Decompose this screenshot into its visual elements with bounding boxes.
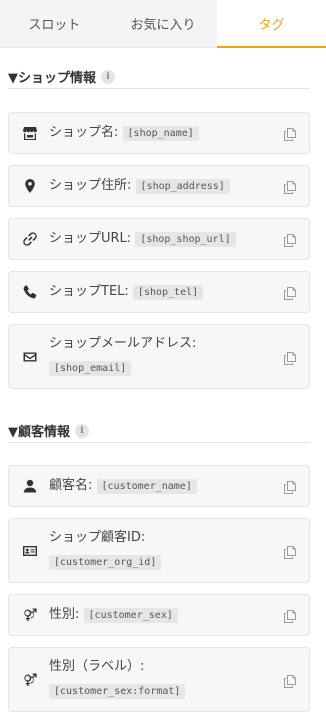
phone-icon <box>21 283 39 301</box>
tag-item-customer-sex[interactable]: 性別: [customer_sex] <box>8 594 310 636</box>
tag-item-shop-name[interactable]: ショップ名: [shop_name] <box>8 112 310 154</box>
tag-label: 性別（ラベル）: <box>49 659 145 674</box>
tag-code: [shop_name] <box>122 125 199 141</box>
info-icon[interactable]: i <box>75 423 89 438</box>
copy-icon[interactable] <box>283 479 297 494</box>
gender-icon <box>21 671 39 689</box>
tag-item-shop-address[interactable]: ショップ住所: [shop_address] <box>8 165 310 207</box>
tag-label: ショップ顧客ID: <box>49 530 146 545</box>
tab-bar: スロット お気に入り タグ <box>0 0 326 48</box>
copy-icon[interactable] <box>283 608 297 623</box>
tab-slot[interactable]: スロット <box>0 0 109 47</box>
tab-tags[interactable]: タグ <box>217 0 326 48</box>
tag-code: [customer_sex:format] <box>49 684 186 699</box>
copy-icon[interactable] <box>283 350 297 365</box>
tag-label: ショップ住所: <box>49 177 132 193</box>
copy-icon[interactable] <box>283 544 297 559</box>
store-icon <box>21 124 39 142</box>
tag-item-shop-email[interactable]: ショップメールアドレス: [shop_email] <box>8 324 310 389</box>
copy-icon[interactable] <box>283 232 297 247</box>
tag-code: [shop_shop_url] <box>135 231 236 247</box>
copy-icon[interactable] <box>283 179 297 194</box>
location-pin-icon <box>21 177 39 195</box>
tag-code: [customer_name] <box>96 478 197 494</box>
person-icon <box>21 477 39 495</box>
gender-icon <box>21 606 39 624</box>
tag-label: 顧客名: <box>49 477 93 493</box>
tag-item-shop-tel[interactable]: ショップTEL: [shop_tel] <box>8 271 310 313</box>
tag-label: ショップTEL: <box>49 283 129 299</box>
tag-label: ショップURL: <box>49 230 132 246</box>
section-header-customer: ▼顧客情報 i <box>8 419 310 443</box>
tag-code: [customer_sex] <box>83 607 178 623</box>
tag-code: [shop_tel] <box>132 284 204 300</box>
section-title: ▼ショップ情報 <box>8 71 96 86</box>
copy-icon[interactable] <box>283 126 297 141</box>
tag-code: [customer_org_id] <box>49 555 162 570</box>
tag-item-customer-sex-format[interactable]: 性別（ラベル）: [customer_sex:format] <box>8 647 310 712</box>
copy-icon[interactable] <box>283 285 297 300</box>
tag-label: ショップメールアドレス: <box>49 336 197 351</box>
link-icon <box>21 230 39 248</box>
section-title: ▼顧客情報 <box>8 425 70 440</box>
tag-item-shop-url[interactable]: ショップURL: [shop_shop_url] <box>8 218 310 260</box>
tag-item-customer-org-id[interactable]: ショップ顧客ID: [customer_org_id] <box>8 518 310 583</box>
tab-favorites[interactable]: お気に入り <box>109 0 218 47</box>
tag-item-customer-name[interactable]: 顧客名: [customer_name] <box>8 465 310 507</box>
id-card-icon <box>21 542 39 560</box>
tag-code: [shop_email] <box>49 361 132 376</box>
info-icon[interactable]: i <box>101 69 115 84</box>
mail-icon <box>21 348 39 366</box>
section-header-shop: ▼ショップ情報 i <box>8 65 310 89</box>
copy-icon[interactable] <box>283 673 297 688</box>
tag-label: ショップ名: <box>49 124 119 140</box>
tag-label: 性別: <box>49 606 80 622</box>
tag-code: [shop_address] <box>135 178 230 194</box>
